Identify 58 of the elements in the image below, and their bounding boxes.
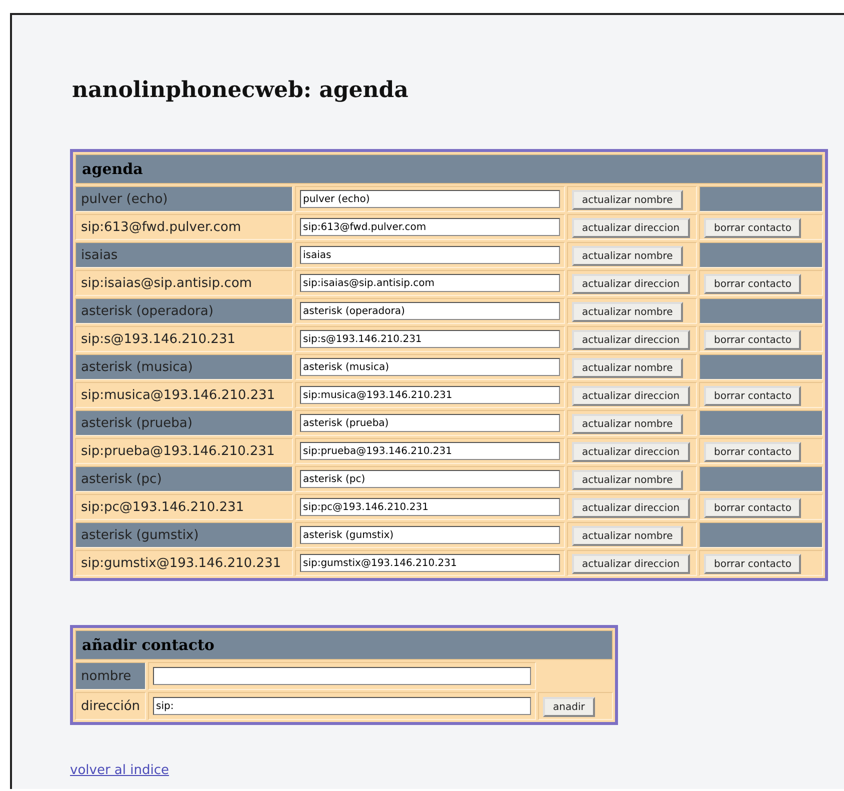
add-button[interactable]: anadir: [543, 697, 595, 718]
contact-label: asterisk (operadora): [75, 298, 293, 324]
update-button[interactable]: actualizar nombre: [572, 302, 683, 322]
delete-button[interactable]: borrar contacto: [704, 386, 802, 406]
field-label: nombre: [75, 662, 146, 690]
input-field[interactable]: sip:isaias@sip.antisip.com: [300, 274, 560, 292]
page-title: nanolinphonecweb: agenda: [72, 77, 410, 103]
back-link[interactable]: volver al indice: [70, 763, 169, 778]
update-button[interactable]: actualizar nombre: [572, 246, 683, 266]
input-field[interactable]: sip:musica@193.146.210.231: [300, 386, 560, 404]
contact-label: sip:gumstix@193.146.210.231: [75, 550, 293, 576]
contact-label: asterisk (pc): [75, 466, 293, 492]
input-field[interactable]: sip:: [153, 697, 532, 715]
contact-label: asterisk (gumstix): [75, 522, 293, 548]
update-button[interactable]: actualizar nombre: [572, 358, 683, 378]
field-label: dirección: [75, 692, 146, 720]
delete-button[interactable]: borrar contacto: [704, 218, 802, 238]
input-field[interactable]: asterisk (gumstix): [300, 526, 560, 544]
update-button[interactable]: actualizar nombre: [572, 526, 683, 546]
update-button[interactable]: actualizar nombre: [572, 190, 683, 210]
update-button[interactable]: actualizar nombre: [572, 470, 683, 490]
contact-label: sip:musica@193.146.210.231: [75, 382, 293, 408]
input-field[interactable]: sip:613@fwd.pulver.com: [300, 218, 560, 236]
input-field[interactable]: sip:pc@193.146.210.231: [300, 498, 560, 516]
contact-label: sip:prueba@193.146.210.231: [75, 438, 293, 464]
table-header: agenda: [75, 154, 823, 184]
input-field[interactable]: asterisk (pc): [300, 470, 560, 488]
delete-button[interactable]: borrar contacto: [704, 274, 802, 294]
contact-label: sip:613@fwd.pulver.com: [75, 214, 293, 240]
contact-label: sip:isaias@sip.antisip.com: [75, 270, 293, 296]
input-field[interactable]: asterisk (operadora): [300, 302, 560, 320]
input-field[interactable]: isaias: [300, 246, 560, 264]
contact-label: asterisk (musica): [75, 354, 293, 380]
contact-label: sip:pc@193.146.210.231: [75, 494, 293, 520]
update-button[interactable]: actualizar direccion: [572, 554, 690, 574]
update-button[interactable]: actualizar direccion: [572, 498, 690, 518]
update-button[interactable]: actualizar direccion: [572, 274, 690, 294]
contact-label: sip:s@193.146.210.231: [75, 326, 293, 352]
input-field[interactable]: asterisk (prueba): [300, 414, 560, 432]
update-button[interactable]: actualizar direccion: [572, 218, 690, 238]
update-button[interactable]: actualizar nombre: [572, 414, 683, 434]
delete-button[interactable]: borrar contacto: [704, 554, 802, 574]
input-field[interactable]: sip:s@193.146.210.231: [300, 330, 560, 348]
input-field[interactable]: asterisk (musica): [300, 358, 560, 376]
table-header: añadir contacto: [75, 630, 613, 660]
contact-label: asterisk (prueba): [75, 410, 293, 436]
delete-button[interactable]: borrar contacto: [704, 442, 802, 462]
input-field[interactable]: sip:prueba@193.146.210.231: [300, 442, 560, 460]
delete-button[interactable]: borrar contacto: [704, 498, 802, 518]
delete-button[interactable]: borrar contacto: [704, 330, 802, 350]
contact-label: pulver (echo): [75, 186, 293, 212]
update-button[interactable]: actualizar direccion: [572, 386, 690, 406]
input-field[interactable]: [153, 667, 532, 685]
update-button[interactable]: actualizar direccion: [572, 442, 690, 462]
input-field[interactable]: sip:gumstix@193.146.210.231: [300, 554, 560, 572]
contact-label: isaias: [75, 242, 293, 268]
input-field[interactable]: pulver (echo): [300, 190, 560, 208]
update-button[interactable]: actualizar direccion: [572, 330, 690, 350]
